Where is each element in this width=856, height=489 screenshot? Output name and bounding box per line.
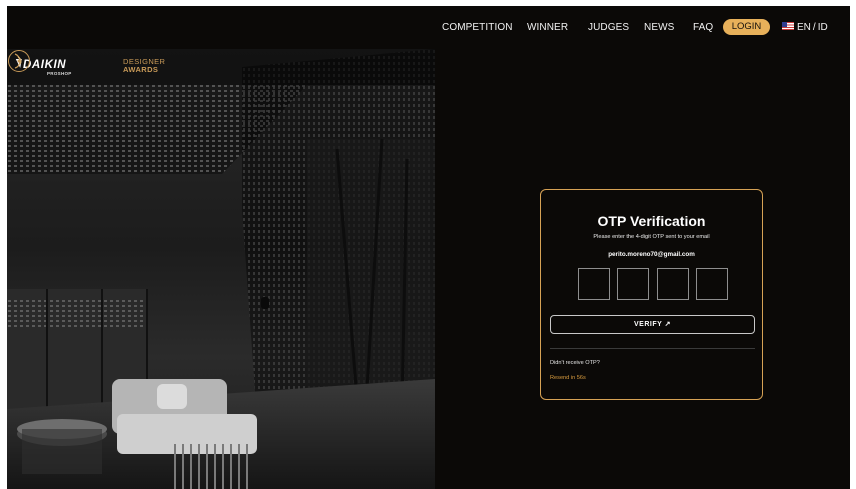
otp-digit-4[interactable] <box>696 268 728 300</box>
designer-awards-emblem-icon <box>8 50 30 72</box>
nav-news[interactable]: NEWS <box>644 22 674 33</box>
login-button[interactable]: LOGIN <box>723 19 770 35</box>
verify-button[interactable]: VERIFY ↗ <box>550 315 755 334</box>
page-frame: COMPETITION WINNER JUDGES NEWS FAQ LOGIN… <box>7 6 850 489</box>
otp-digit-1[interactable] <box>578 268 610 300</box>
designer-awards-logo: DESIGNER AWARDS <box>123 58 165 74</box>
nav-winner[interactable]: WINNER <box>527 22 568 33</box>
us-flag-icon <box>782 22 794 31</box>
top-nav: COMPETITION WINNER JUDGES NEWS FAQ LOGIN… <box>7 6 850 49</box>
resend-timer[interactable]: Resend in 56s <box>550 375 586 381</box>
otp-title: OTP Verification <box>597 213 706 229</box>
nav-competition[interactable]: COMPETITION <box>442 22 513 33</box>
proshop-label: PROSHOP <box>47 71 72 76</box>
hero-illustration <box>7 49 435 489</box>
otp-digit-2[interactable] <box>617 268 649 300</box>
lang-separator: / <box>812 22 816 33</box>
divider <box>550 348 755 349</box>
nav-faq[interactable]: FAQ <box>693 22 713 33</box>
otp-card: OTP Verification Please enter the 4-digi… <box>540 189 763 400</box>
nav-judges[interactable]: JUDGES <box>588 22 629 33</box>
lang-en[interactable]: EN <box>797 22 811 33</box>
otp-instructions: Please enter the 4-digit OTP sent to you… <box>593 234 710 240</box>
awards-label: AWARDS <box>123 65 159 74</box>
otp-digit-3[interactable] <box>657 268 689 300</box>
language-switcher: EN / ID <box>782 22 828 33</box>
brand-bar: DAIKIN PROSHOP DESIGNER AWARDS <box>7 49 435 85</box>
hero-image: DAIKIN PROSHOP DESIGNER AWARDS <box>7 49 435 489</box>
didnt-receive-text: Didn't receive OTP? <box>550 360 600 366</box>
otp-email: perito.moreno70@gmail.com <box>608 251 695 258</box>
lang-id[interactable]: ID <box>818 22 828 33</box>
